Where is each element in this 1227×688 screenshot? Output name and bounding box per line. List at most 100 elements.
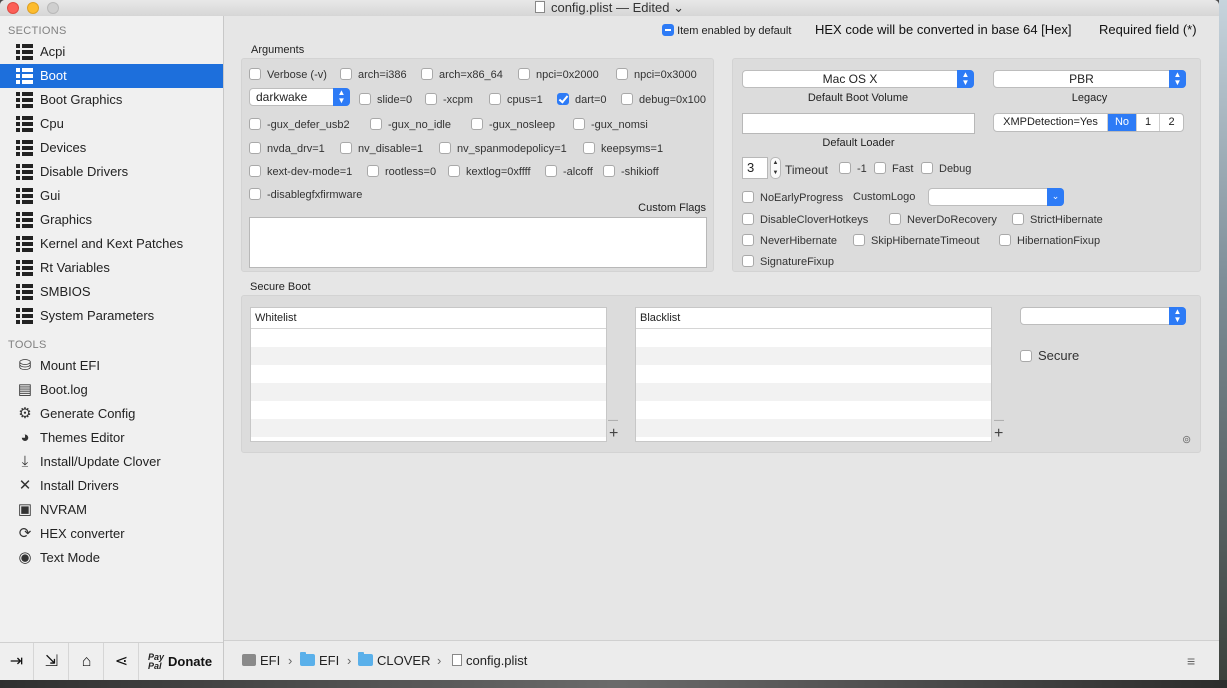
- sidebar-item-devices[interactable]: Devices: [0, 136, 223, 160]
- debug-checkbox[interactable]: Debug: [921, 162, 971, 175]
- whitelist-table[interactable]: Whitelist: [250, 307, 607, 442]
- checkbox-hibernationfixup[interactable]: HibernationFixup: [999, 234, 1100, 247]
- timeout-stepper[interactable]: ▲ ▼: [770, 157, 781, 179]
- checkbox-gux-nosleep[interactable]: -gux_nosleep: [471, 118, 555, 131]
- checkbox-cpus-1[interactable]: cpus=1: [489, 93, 543, 106]
- table-row[interactable]: [636, 347, 991, 365]
- close-window-button[interactable]: [7, 2, 19, 14]
- path-item-efi-folder[interactable]: EFI: [300, 652, 339, 668]
- xmp-option-1[interactable]: 1: [1137, 114, 1160, 131]
- checkbox-slide-0[interactable]: slide=0: [359, 93, 412, 106]
- legacy-select[interactable]: PBR ▲ ▼: [993, 70, 1186, 88]
- custom-flags-field[interactable]: [249, 217, 707, 268]
- darkwake-select[interactable]: darkwake ▲ ▼: [249, 88, 350, 106]
- sidebar-item-graphics[interactable]: Graphics: [0, 208, 223, 232]
- whitelist-add-button[interactable]: +: [609, 426, 618, 442]
- path-item-config[interactable]: config.plist: [452, 653, 527, 668]
- checkbox-xcpm[interactable]: -xcpm: [425, 93, 473, 106]
- blacklist-add-button[interactable]: +: [994, 426, 1003, 442]
- checkbox-nv-disable-1[interactable]: nv_disable=1: [340, 142, 423, 155]
- checkbox-signaturefixup[interactable]: SignatureFixup: [742, 255, 834, 268]
- tool-nvram[interactable]: ▣ NVRAM: [0, 498, 223, 522]
- timeout-field[interactable]: 3: [742, 157, 768, 179]
- sidebar-item-kernel-and-kext-patches[interactable]: Kernel and Kext Patches: [0, 232, 223, 256]
- donate-button[interactable]: Pay Pal Donate: [140, 643, 223, 680]
- default-boot-volume-select[interactable]: Mac OS X ▲ ▼: [742, 70, 974, 88]
- checkbox-nvda-drv-1[interactable]: nvda_drv=1: [249, 142, 325, 155]
- resize-handle-icon[interactable]: ⊚: [1182, 433, 1191, 447]
- login-icon[interactable]: ⇥: [0, 643, 34, 680]
- tool-boot-log[interactable]: ▤ Boot.log: [0, 378, 223, 402]
- title-chevron-icon[interactable]: ⌄: [673, 0, 684, 15]
- checkbox-debug-0x100[interactable]: debug=0x100: [621, 93, 706, 106]
- tool-themes-editor[interactable]: ◕ Themes Editor: [0, 426, 223, 450]
- checkbox-neverhibernate[interactable]: NeverHibernate: [742, 234, 837, 247]
- secure-checkbox[interactable]: Secure: [1020, 348, 1079, 363]
- checkbox-kext-dev-mode-1[interactable]: kext-dev-mode=1: [249, 165, 352, 178]
- checkbox-keepsyms-1[interactable]: keepsyms=1: [583, 142, 663, 155]
- xmp-detection-control[interactable]: XMPDetection=Yes No 1 2: [993, 113, 1184, 132]
- table-row[interactable]: [636, 365, 991, 383]
- sidebar-item-disable-drivers[interactable]: Disable Drivers: [0, 160, 223, 184]
- table-row[interactable]: [251, 383, 606, 401]
- table-row[interactable]: [636, 419, 991, 437]
- blacklist-table[interactable]: Blacklist: [635, 307, 992, 442]
- checkbox-skiphibernatetimeout[interactable]: SkipHibernateTimeout: [853, 234, 979, 247]
- checkbox-npci-0x2000[interactable]: npci=0x2000: [518, 68, 599, 81]
- tool-install-drivers[interactable]: ✕ Install Drivers: [0, 474, 223, 498]
- sidebar-item-gui[interactable]: Gui: [0, 184, 223, 208]
- timeout-minus1-checkbox[interactable]: -1: [839, 162, 867, 175]
- checkbox-disablegfxfirmware[interactable]: -disablegfxfirmware: [249, 188, 362, 201]
- sidebar-item-system-parameters[interactable]: System Parameters: [0, 304, 223, 328]
- checkbox-gux-no-idle[interactable]: -gux_no_idle: [370, 118, 451, 131]
- share-icon[interactable]: ⋖: [105, 643, 139, 680]
- table-row[interactable]: [251, 347, 606, 365]
- checkbox-rootless-0[interactable]: rootless=0: [367, 165, 436, 178]
- tool-text-mode[interactable]: ◉ Text Mode: [0, 546, 223, 570]
- checkbox-kextlog-0xffff[interactable]: kextlog=0xffff: [448, 165, 531, 178]
- sidebar-item-boot-graphics[interactable]: Boot Graphics: [0, 88, 223, 112]
- checkbox-verbose-v[interactable]: Verbose (-v): [249, 68, 327, 81]
- sidebar-item-boot[interactable]: Boot: [0, 64, 223, 88]
- tool-install-clover[interactable]: ⤓ Install/Update Clover: [0, 450, 223, 474]
- sidebar-item-rt-variables[interactable]: Rt Variables: [0, 256, 223, 280]
- table-row[interactable]: [636, 401, 991, 419]
- zoom-window-button[interactable]: [47, 2, 59, 14]
- secure-boot-policy-select[interactable]: ▲ ▼: [1020, 307, 1186, 325]
- tool-generate-config[interactable]: ⚙ Generate Config: [0, 402, 223, 426]
- tool-hex-converter[interactable]: ⟳ HEX converter: [0, 522, 223, 546]
- tool-mount-efi[interactable]: ⛁ Mount EFI: [0, 354, 223, 378]
- export-icon[interactable]: ⇲: [35, 643, 69, 680]
- checkbox-arch-i386[interactable]: arch=i386: [340, 68, 407, 81]
- checkbox-arch-x86-64[interactable]: arch=x86_64: [421, 68, 503, 81]
- home-icon[interactable]: ⌂: [70, 643, 104, 680]
- xmp-option-no[interactable]: No: [1108, 114, 1137, 131]
- checkbox-npci-0x3000[interactable]: npci=0x3000: [616, 68, 697, 81]
- no-early-progress-checkbox[interactable]: NoEarlyProgress: [742, 191, 843, 204]
- table-row[interactable]: [251, 329, 606, 347]
- xmp-option-2[interactable]: 2: [1160, 114, 1183, 131]
- table-row[interactable]: [636, 383, 991, 401]
- path-item-clover[interactable]: CLOVER: [358, 652, 430, 668]
- checkbox-gux-nomsi[interactable]: -gux_nomsi: [573, 118, 648, 131]
- table-row[interactable]: [636, 329, 991, 347]
- checkbox-gux-defer-usb2[interactable]: -gux_defer_usb2: [249, 118, 350, 131]
- path-item-efi-disk[interactable]: EFI: [242, 653, 280, 668]
- table-row[interactable]: [251, 401, 606, 419]
- table-row[interactable]: [251, 365, 606, 383]
- custom-logo-select[interactable]: ⌄: [928, 188, 1064, 206]
- checkbox-nv-spanmodepolicy-1[interactable]: nv_spanmodepolicy=1: [439, 142, 567, 155]
- checkbox-dart-0[interactable]: dart=0: [557, 93, 607, 106]
- sidebar-item-smbios[interactable]: SMBIOS: [0, 280, 223, 304]
- checkbox-disablecloverhotkeys[interactable]: DisableCloverHotkeys: [742, 213, 868, 226]
- checkbox-shikioff[interactable]: -shikioff: [603, 165, 659, 178]
- checkbox-neverdorecovery[interactable]: NeverDoRecovery: [889, 213, 997, 226]
- fast-checkbox[interactable]: Fast: [874, 162, 913, 175]
- minimize-window-button[interactable]: [27, 2, 39, 14]
- table-row[interactable]: [251, 419, 606, 437]
- menu-lines-icon[interactable]: ≡: [1187, 653, 1195, 669]
- checkbox-stricthibernate[interactable]: StrictHibernate: [1012, 213, 1103, 226]
- sidebar-item-acpi[interactable]: Acpi: [0, 40, 223, 64]
- checkbox-alcoff[interactable]: -alcoff: [545, 165, 593, 178]
- default-loader-field[interactable]: [742, 113, 975, 134]
